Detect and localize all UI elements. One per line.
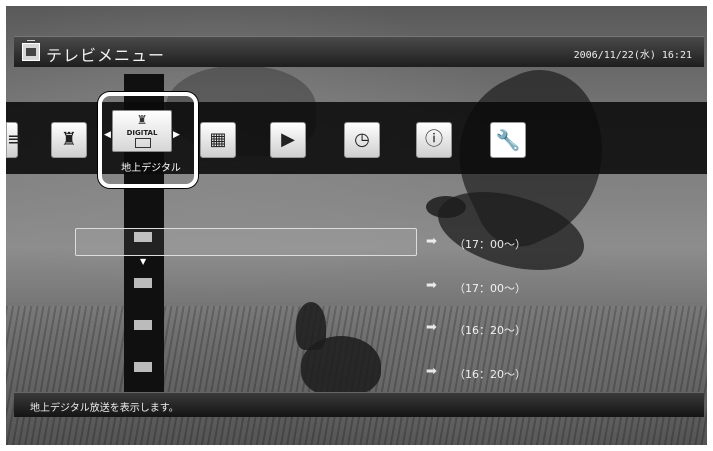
status-bar: 地上デジタル放送を表示します。 [14,392,704,417]
antenna-icon: ♜ [136,113,148,127]
wrench-icon[interactable]: 🔧 [490,122,526,158]
status-text: 地上デジタル放送を表示します。 [30,403,179,414]
playback-list-icon[interactable]: ▶ [270,122,306,158]
tv-tower-icon[interactable]: ♜ [51,122,87,158]
program-arrow-icon: ➡ [426,364,437,379]
timer-recording-list-icon[interactable]: ◷ [344,122,380,158]
program-arrow-icon: ➡ [426,278,437,293]
left-arrow-icon[interactable]: ◀ [104,130,111,140]
tv-outline-icon [135,138,151,148]
program-arrow-icon: ➡ [426,234,437,249]
digital-icon-text: DIGITAL [126,129,158,137]
info-speech-icon[interactable]: ⓘ [416,122,452,158]
tv-guide-grid-icon[interactable]: ▦ [200,122,236,158]
list-icon[interactable]: ≡ [6,122,22,158]
tv-icon [22,40,40,61]
background-bird-head [426,196,466,218]
digital-terrestrial-icon[interactable]: ♜ DIGITAL [112,110,172,152]
channel-thumb[interactable] [134,320,152,330]
background-goose-body [301,336,381,396]
selected-menu-label: 地上デジタル [121,163,181,174]
program-time: （17：00～） [454,282,526,295]
channel-thumb[interactable] [134,362,152,372]
page-title: テレビメニュー [46,46,166,65]
program-arrow-icon: ➡ [426,320,437,335]
tv-screen: ≡ ♜ ▦ ▶ ◷ ⓘ 🔧 ♜ DIGITAL ◀ ▶ 地上デジタル ▼ ➡ （… [6,6,707,445]
program-time: （16：20～） [454,324,526,337]
program-time: （17：00～） [454,238,526,251]
program-time: （16：20～） [454,368,526,381]
channel-row-selected[interactable] [75,228,417,256]
down-arrow-icon[interactable]: ▼ [140,257,146,266]
title-bar: テレビメニュー 2006/11/22(水) 16:21 [14,36,704,67]
channel-thumb[interactable] [134,278,152,288]
datetime: 2006/11/22(水) 16:21 [573,50,692,61]
right-arrow-icon[interactable]: ▶ [173,130,180,140]
